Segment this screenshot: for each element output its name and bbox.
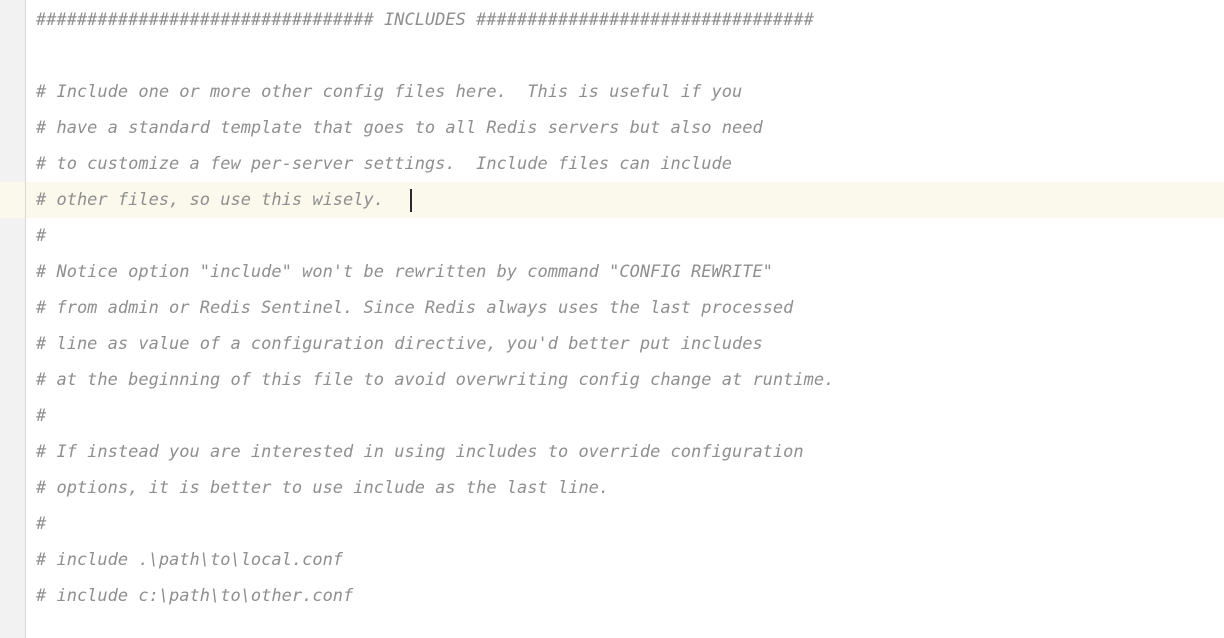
code-line[interactable]: # line as value of a configuration direc… [0,326,1224,362]
code-line[interactable]: ################################# INCLUD… [0,2,1224,38]
code-line-text: # If instead you are interested in using… [36,442,804,462]
code-line[interactable]: # [0,506,1224,542]
code-line-text: ################################# INCLUD… [36,10,814,30]
code-line-text: # options, it is better to use include a… [36,478,610,498]
code-lines-container[interactable]: ################################# INCLUD… [0,0,1224,614]
code-line[interactable]: # [0,218,1224,254]
code-editor[interactable]: ################################# INCLUD… [0,0,1224,638]
code-line-text: # include c:\path\to\other.conf [36,586,354,606]
code-line-text: # [36,514,47,534]
text-caret [410,189,412,212]
code-line[interactable]: # Include one or more other config files… [0,74,1224,110]
code-line-text: # line as value of a configuration direc… [36,334,763,354]
code-line[interactable]: # other files, so use this wisely. [0,182,1224,218]
code-line[interactable]: # include c:\path\to\other.conf [0,578,1224,614]
code-line-text: # from admin or Redis Sentinel. Since Re… [36,298,794,318]
code-line[interactable]: # from admin or Redis Sentinel. Since Re… [0,290,1224,326]
code-line-text: # at the beginning of this file to avoid… [36,370,835,390]
code-line-text: # [36,406,47,426]
code-line[interactable]: # include .\path\to\local.conf [0,542,1224,578]
code-line-text: # Notice option "include" won't be rewri… [36,262,773,282]
code-line[interactable]: # have a standard template that goes to … [0,110,1224,146]
code-line-text: # include .\path\to\local.conf [36,550,344,570]
code-line-text: # to customize a few per-server settings… [36,154,732,174]
gutter-divider [25,0,26,638]
code-line-text: # [36,226,47,246]
code-line-text: # other files, so use this wisely. [36,190,384,210]
code-line[interactable]: # [0,398,1224,434]
code-line[interactable]: # at the beginning of this file to avoid… [0,362,1224,398]
code-line[interactable]: # If instead you are interested in using… [0,434,1224,470]
code-line-text: # Include one or more other config files… [36,82,743,102]
code-line[interactable]: # to customize a few per-server settings… [0,146,1224,182]
code-line[interactable]: # Notice option "include" won't be rewri… [0,254,1224,290]
code-line[interactable] [0,38,1224,74]
code-line-text: # have a standard template that goes to … [36,118,763,138]
code-line[interactable]: # options, it is better to use include a… [0,470,1224,506]
